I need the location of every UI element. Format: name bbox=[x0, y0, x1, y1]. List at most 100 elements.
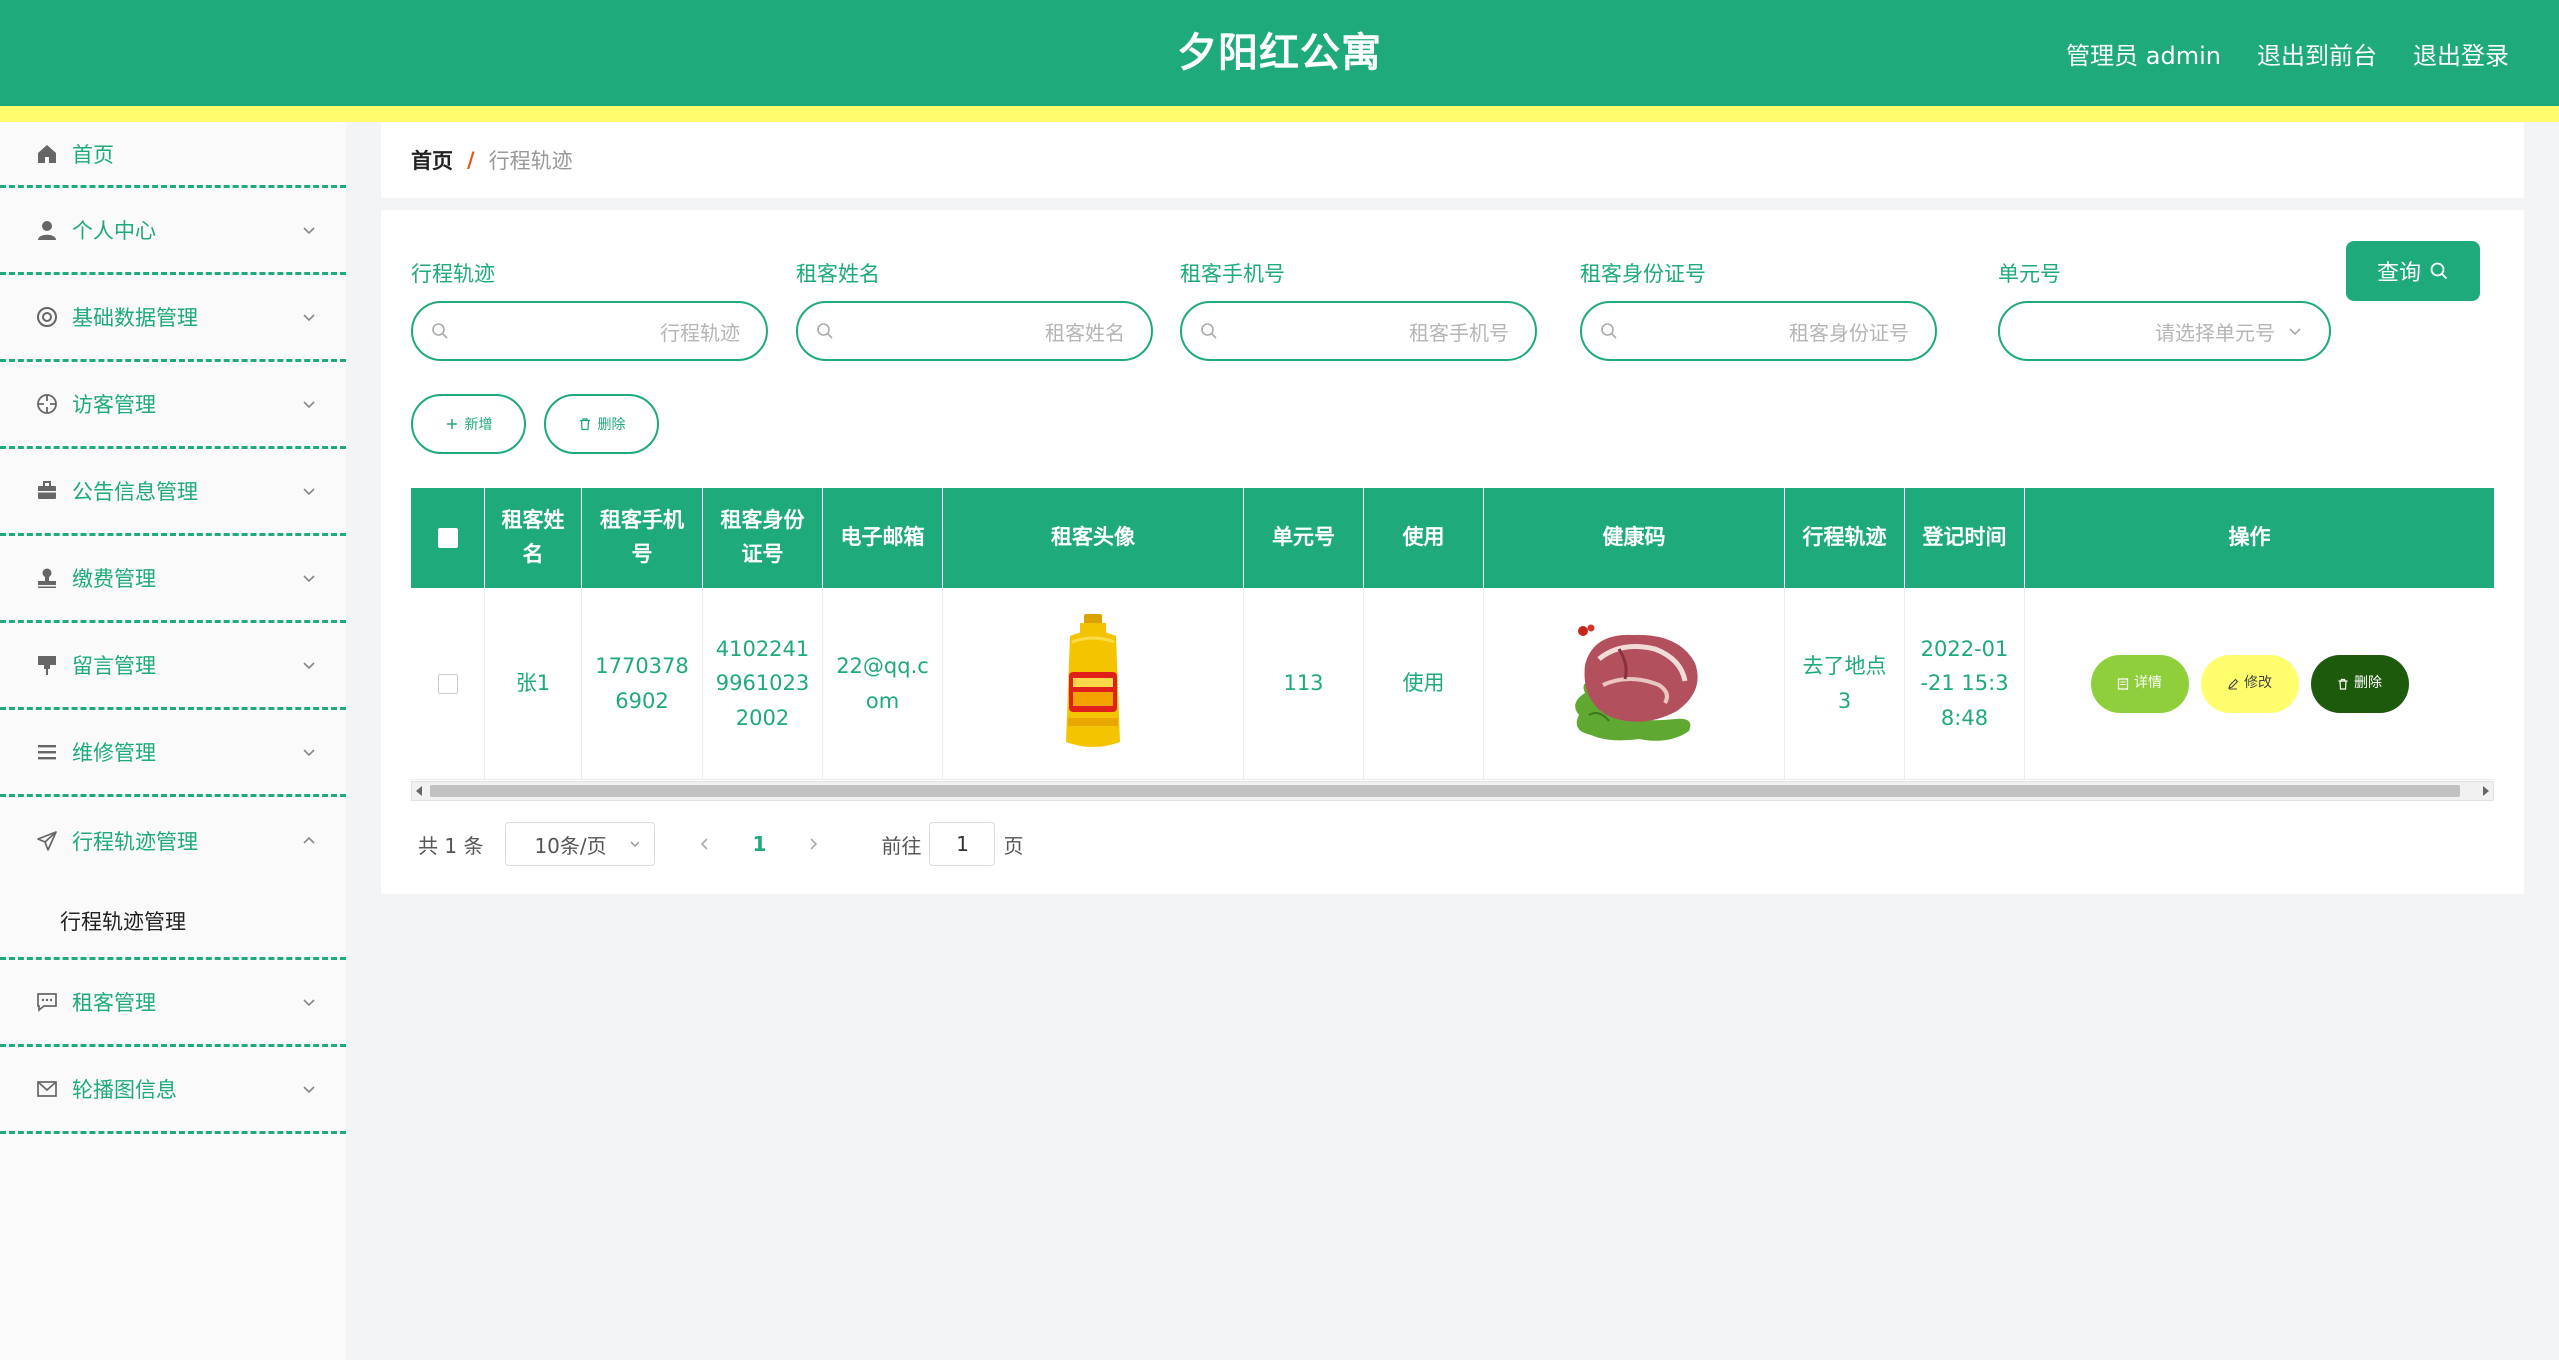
sidebar-item-personal-center[interactable]: 个人中心 bbox=[0, 188, 346, 275]
sidebar: 首页 个人中心 基础数据管理 访客管理 公告信息管理 缴费管理 留言管理 维修管… bbox=[0, 122, 346, 1360]
cell-avatar bbox=[943, 588, 1244, 779]
table-horizontal-scrollbar[interactable] bbox=[411, 781, 2494, 801]
sidebar-item-label: 缴费管理 bbox=[72, 567, 156, 591]
column-header: 行程轨迹 bbox=[1785, 488, 1905, 588]
column-header: 健康码 bbox=[1484, 488, 1785, 588]
cell-idcard: 410224199610232002 bbox=[703, 588, 823, 779]
document-icon bbox=[2117, 677, 2129, 690]
column-header: 使用 bbox=[1364, 488, 1484, 588]
cell-phone: 17703786902 bbox=[582, 588, 703, 779]
table-row: 张1 17703786902 410224199610232002 22@qq.… bbox=[411, 588, 2494, 780]
trip-search-input[interactable]: 行程轨迹 bbox=[411, 301, 768, 361]
sidebar-item-label: 轮播图信息 bbox=[72, 1078, 177, 1102]
sidebar-item-messages[interactable]: 留言管理 bbox=[0, 623, 346, 710]
sidebar-item-trip-tracks[interactable]: 行程轨迹管理 bbox=[0, 797, 346, 884]
scroll-right-arrow-icon[interactable] bbox=[2483, 786, 2489, 796]
unit-select[interactable]: 请选择单元号 bbox=[1998, 301, 2331, 361]
column-header: 租客头像 bbox=[943, 488, 1244, 588]
breadcrumb-home[interactable]: 首页 bbox=[411, 145, 453, 175]
page-size-select[interactable]: 10条/页 bbox=[505, 822, 656, 866]
chevron-down-icon bbox=[303, 401, 315, 409]
cell-trip: 去了地点3 bbox=[1785, 588, 1905, 779]
chevron-down-icon bbox=[630, 841, 640, 847]
oil-bottle-image bbox=[1066, 613, 1120, 747]
message-pin-icon bbox=[36, 654, 58, 676]
send-icon bbox=[36, 830, 58, 852]
trash-icon bbox=[2338, 678, 2348, 690]
sidebar-item-basic-data[interactable]: 基础数据管理 bbox=[0, 275, 346, 362]
column-header: 租客身份证号 bbox=[703, 488, 823, 588]
detail-button[interactable]: 详情 bbox=[2090, 654, 2189, 713]
sidebar-item-visitors[interactable]: 访客管理 bbox=[0, 362, 346, 449]
header-stripe bbox=[0, 106, 2559, 122]
mail-icon bbox=[36, 1078, 58, 1100]
page-size-value: 10条/页 bbox=[534, 833, 607, 858]
page-jump: 前往 1 页 bbox=[881, 822, 1023, 866]
chevron-down-icon bbox=[303, 227, 315, 235]
edit-button[interactable]: 修改 bbox=[2200, 654, 2299, 713]
sidebar-item-repairs[interactable]: 维修管理 bbox=[0, 710, 346, 797]
row-delete-button[interactable]: 删除 bbox=[2310, 654, 2409, 713]
chevron-down-icon bbox=[303, 575, 315, 583]
sidebar-item-label: 留言管理 bbox=[72, 654, 156, 678]
goto-page-input[interactable]: 1 bbox=[929, 822, 996, 866]
sidebar-item-label: 租客管理 bbox=[72, 991, 156, 1015]
row-delete-button-label: 删除 bbox=[2354, 674, 2382, 691]
row-checkbox[interactable] bbox=[437, 673, 458, 694]
search-icon bbox=[2430, 262, 2448, 280]
crosshair-icon bbox=[36, 393, 58, 415]
sidebar-item-label: 个人中心 bbox=[72, 219, 156, 243]
chat-icon bbox=[36, 991, 58, 1013]
sidebar-item-tenants[interactable]: 租客管理 bbox=[0, 960, 346, 1047]
scroll-left-arrow-icon[interactable] bbox=[416, 786, 422, 796]
column-header: 租客手机号 bbox=[582, 488, 703, 588]
name-search-input[interactable]: 租客姓名 bbox=[796, 301, 1153, 361]
edit-button-label: 修改 bbox=[2244, 674, 2272, 691]
scrollbar-thumb[interactable] bbox=[430, 785, 2460, 797]
filter-label-name: 租客姓名 bbox=[796, 262, 880, 286]
list-icon bbox=[36, 741, 58, 763]
header-select-all-cell bbox=[411, 488, 485, 588]
next-page-button[interactable] bbox=[793, 837, 833, 851]
filter-label-trip: 行程轨迹 bbox=[411, 262, 495, 286]
page-number-current[interactable]: 1 bbox=[739, 832, 779, 856]
sidebar-item-label: 公告信息管理 bbox=[72, 480, 198, 504]
cell-time: 2022-01-21 15:38:48 bbox=[1905, 588, 2025, 779]
briefcase-icon bbox=[36, 480, 58, 502]
search-icon bbox=[817, 323, 833, 339]
chevron-down-icon bbox=[303, 999, 315, 1007]
sidebar-item-payments[interactable]: 缴费管理 bbox=[0, 536, 346, 623]
meat-image bbox=[1575, 624, 1698, 741]
sidebar-subitem-trip-tracks[interactable]: 行程轨迹管理 bbox=[0, 884, 346, 960]
batch-delete-button[interactable]: 删除 bbox=[544, 394, 659, 454]
sidebar-item-label: 维修管理 bbox=[72, 741, 156, 765]
query-button[interactable]: 查询 bbox=[2346, 241, 2480, 301]
add-button[interactable]: 新增 bbox=[411, 394, 526, 454]
prev-page-button[interactable] bbox=[685, 837, 725, 851]
sidebar-item-home[interactable]: 首页 bbox=[0, 122, 346, 188]
sidebar-item-carousel[interactable]: 轮播图信息 bbox=[0, 1047, 346, 1134]
logout-link[interactable]: 退出登录 bbox=[2413, 36, 2509, 71]
cell-unit: 113 bbox=[1244, 588, 1364, 779]
name-input-placeholder: 租客姓名 bbox=[1045, 320, 1125, 345]
breadcrumb: 首页 / 行程轨迹 bbox=[381, 122, 2524, 198]
sidebar-item-announcements[interactable]: 公告信息管理 bbox=[0, 449, 346, 536]
column-header: 电子邮箱 bbox=[823, 488, 943, 588]
search-icon bbox=[1601, 323, 1617, 339]
trash-icon bbox=[579, 418, 590, 431]
sidebar-item-label: 访客管理 bbox=[72, 393, 156, 417]
idcard-search-input[interactable]: 租客身份证号 bbox=[1580, 301, 1937, 361]
home-icon bbox=[36, 143, 58, 165]
phone-search-input[interactable]: 租客手机号 bbox=[1180, 301, 1537, 361]
plus-icon bbox=[446, 419, 457, 429]
batch-delete-button-label: 删除 bbox=[597, 417, 626, 433]
select-all-checkbox[interactable] bbox=[437, 528, 458, 548]
sidebar-subitem-label: 行程轨迹管理 bbox=[60, 909, 186, 934]
column-header: 登记时间 bbox=[1905, 488, 2025, 588]
cell-usage: 使用 bbox=[1364, 588, 1484, 779]
detail-button-label: 详情 bbox=[2134, 674, 2162, 691]
search-icon bbox=[1201, 323, 1217, 339]
exit-to-front-link[interactable]: 退出到前台 bbox=[2257, 36, 2377, 71]
chevron-down-icon bbox=[303, 314, 315, 322]
sidebar-item-label: 行程轨迹管理 bbox=[72, 829, 198, 854]
